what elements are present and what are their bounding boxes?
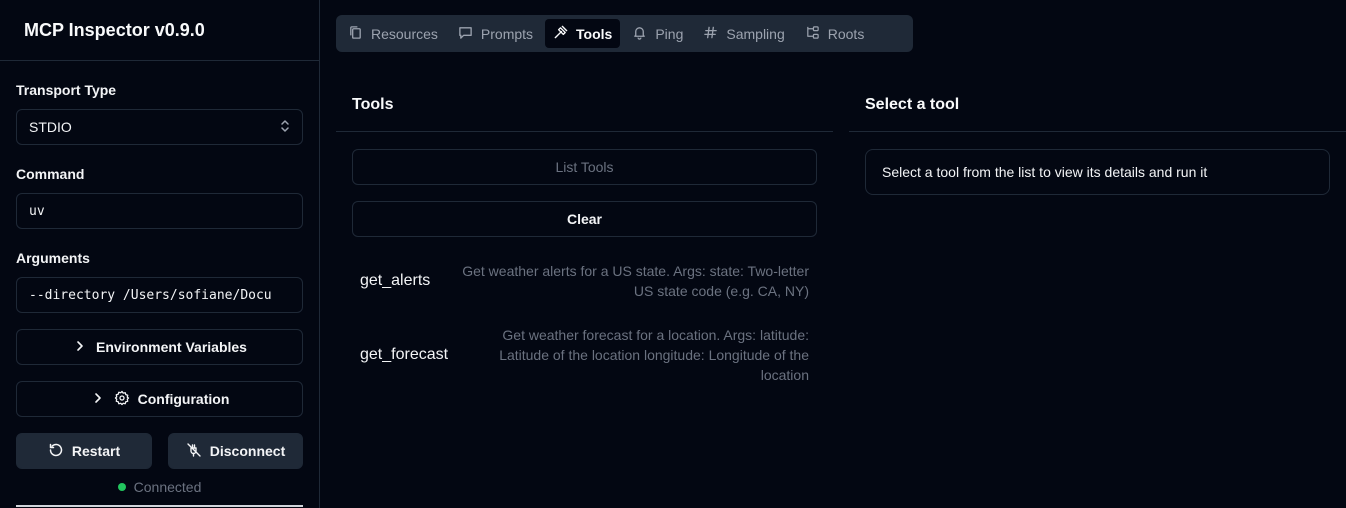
select-tool-message: Select a tool from the list to view its … <box>865 149 1330 195</box>
clear-button[interactable]: Clear <box>352 201 817 237</box>
tab-sampling[interactable]: Sampling <box>695 19 792 48</box>
status-underline <box>16 505 303 507</box>
arguments-label: Arguments <box>16 250 90 266</box>
tab-roots[interactable]: Roots <box>797 19 873 48</box>
bell-icon <box>632 25 647 43</box>
command-input[interactable]: uv <box>16 193 303 229</box>
tools-panel-divider <box>336 131 833 132</box>
status-dot <box>117 483 126 491</box>
transport-type-select[interactable]: STDIO <box>16 109 303 145</box>
tool-description-line: Latitude of the location longitude: Long… <box>499 347 809 363</box>
environment-variables-label: Environment Variables <box>96 339 247 355</box>
transport-type-label: Transport Type <box>16 82 117 98</box>
tab-label: Ping <box>655 25 684 42</box>
hammer-icon <box>553 25 568 43</box>
disconnect-button[interactable]: Disconnect <box>168 433 303 469</box>
disconnect-label: Disconnect <box>209 443 286 459</box>
configuration-button[interactable]: Configuration <box>16 381 303 417</box>
tab-prompts[interactable]: Prompts <box>450 19 541 48</box>
chevron-right-icon <box>72 338 88 357</box>
detail-panel-title: Select a tool <box>865 96 960 113</box>
tab-tools[interactable]: Tools <box>545 19 621 48</box>
app-root: MCP Inspector v0.9.0 Transport Type STDI… <box>0 0 1346 508</box>
files-icon <box>348 25 363 43</box>
tool-description-line: Get weather alerts for a US state. Args:… <box>462 263 809 279</box>
command-label: Command <box>16 166 85 182</box>
status-text: Connected <box>133 479 202 495</box>
folder-tree-icon <box>805 25 820 43</box>
tool-description-line: Get weather forecast for a location. Arg… <box>502 327 809 343</box>
arguments-input[interactable]: --directory /Users/sofiane/Docu <box>16 277 303 313</box>
message-square-icon <box>458 25 473 43</box>
tab-label: Resources <box>371 25 438 42</box>
configuration-label: Configuration <box>137 391 230 407</box>
hash-icon <box>703 25 718 43</box>
chevrons-up-down-icon <box>280 119 290 136</box>
chevron-right-icon <box>90 390 106 409</box>
tab-label: Roots <box>827 25 865 42</box>
tab-label: Prompts <box>480 25 534 42</box>
tool-description-line: US state code (e.g. CA, NY) <box>633 283 809 299</box>
tool-description: Get weather alerts for a US state. Args:… <box>462 261 809 301</box>
tab-bar: Resources Prompts Tools Ping Sampling Ro… <box>336 15 913 52</box>
restart-button[interactable]: Restart <box>16 433 152 469</box>
tool-list-item[interactable]: get_alerts Get weather alerts for a US s… <box>352 261 817 303</box>
list-tools-button[interactable]: List Tools <box>352 149 817 185</box>
tool-name: get_forecast <box>360 346 449 363</box>
tool-list-item[interactable]: get_forecast Get weather forecast for a … <box>352 325 817 387</box>
restart-label: Restart <box>71 443 121 459</box>
sidebar: MCP Inspector v0.9.0 Transport Type STDI… <box>0 0 320 508</box>
tool-name: get_alerts <box>360 272 431 289</box>
transport-type-value: STDIO <box>29 119 72 135</box>
tool-description: Get weather forecast for a location. Arg… <box>499 325 809 385</box>
tools-panel-title: Tools <box>352 96 394 113</box>
detail-panel-divider <box>849 131 1346 132</box>
rotate-ccw-icon <box>48 442 64 461</box>
tool-description-line: location <box>760 367 809 383</box>
tab-label: Tools <box>576 25 613 42</box>
unplug-icon <box>186 442 202 461</box>
tab-ping[interactable]: Ping <box>624 19 691 48</box>
tab-label: Sampling <box>726 25 785 42</box>
connection-status: Connected <box>16 479 303 495</box>
tab-resources[interactable]: Resources <box>340 19 446 48</box>
environment-variables-button[interactable]: Environment Variables <box>16 329 303 365</box>
settings-icon <box>114 390 130 409</box>
sidebar-header: MCP Inspector v0.9.0 <box>0 0 319 61</box>
app-title: MCP Inspector v0.9.0 <box>24 19 205 40</box>
